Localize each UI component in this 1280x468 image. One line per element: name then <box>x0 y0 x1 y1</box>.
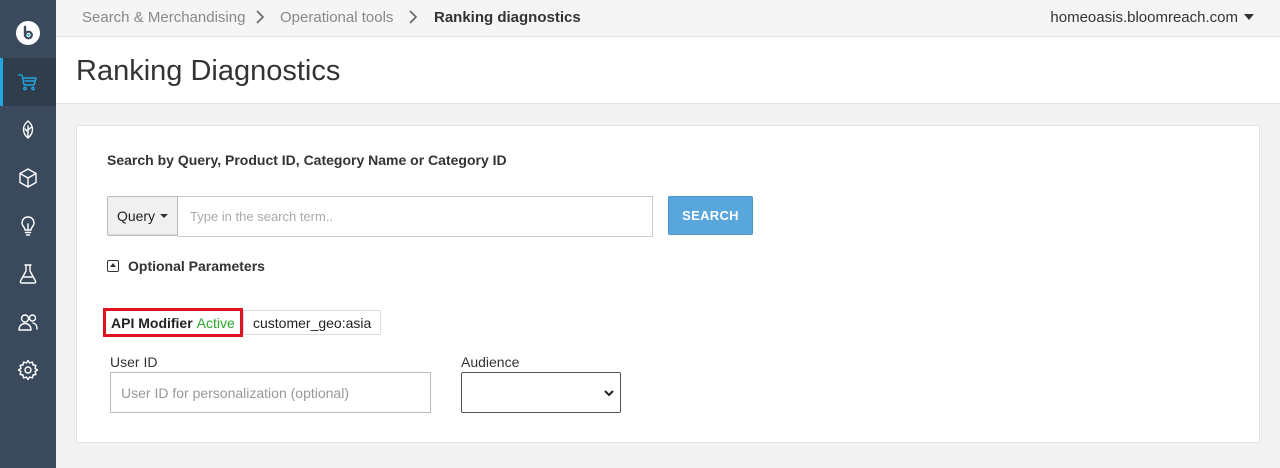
chevron-right-icon <box>408 10 418 24</box>
sidebar-item-experiments[interactable] <box>0 250 56 298</box>
audience-select[interactable] <box>461 372 621 413</box>
audience-label: Audience <box>461 354 520 370</box>
breadcrumb-ranking-diagnostics: Ranking diagnostics <box>434 9 581 26</box>
caret-down-icon[interactable] <box>1244 14 1254 20</box>
optional-parameters-label: Optional Parameters <box>128 258 265 274</box>
search-type-dropdown[interactable]: Query <box>107 196 178 236</box>
sidebar-item-products[interactable] <box>0 154 56 202</box>
sidebar-item-insights[interactable] <box>0 202 56 250</box>
page-title: Ranking Diagnostics <box>76 55 341 87</box>
chevron-right-icon <box>255 10 265 24</box>
search-heading: Search by Query, Product ID, Category Na… <box>107 152 507 168</box>
logo-icon <box>23 25 33 40</box>
user-id-input[interactable] <box>110 372 431 413</box>
sidebar-item-organic[interactable] <box>0 106 56 154</box>
breadcrumb-search-merchandising[interactable]: Search & Merchandising <box>82 9 245 26</box>
search-type-label: Query <box>116 208 156 224</box>
search-button[interactable]: SEARCH <box>668 196 753 235</box>
search-input[interactable] <box>178 196 653 237</box>
flask-icon <box>19 264 37 284</box>
sidebar-item-settings[interactable] <box>0 346 56 394</box>
caret-down-icon <box>160 214 169 218</box>
api-modifier-value-tag: customer_geo:asia <box>243 310 382 335</box>
page-header: Ranking Diagnostics <box>56 37 1280 104</box>
api-modifier-status: API Modifier Active <box>103 308 243 337</box>
sidebar-item-audiences[interactable] <box>0 298 56 346</box>
bloomreach-logo[interactable] <box>16 21 40 45</box>
account-domain-selector[interactable]: homeoasis.bloomreach.com <box>1050 9 1238 26</box>
api-modifier-label: API Modifier <box>111 314 193 331</box>
search-card: Search by Query, Product ID, Category Na… <box>76 125 1260 443</box>
chevron-down-icon <box>604 389 614 396</box>
collapse-icon <box>107 260 119 272</box>
sidebar-item-merchandising[interactable] <box>0 58 56 106</box>
top-bar: Search & Merchandising Operational tools… <box>56 0 1280 37</box>
users-icon <box>18 314 38 331</box>
user-id-label: User ID <box>110 354 158 370</box>
lightbulb-icon <box>21 216 35 236</box>
leaf-icon <box>22 120 34 139</box>
cube-icon <box>19 168 37 188</box>
gear-icon <box>17 359 39 381</box>
sidebar <box>0 0 56 468</box>
optional-parameters-toggle[interactable]: Optional Parameters <box>107 258 265 274</box>
breadcrumb-operational-tools[interactable]: Operational tools <box>280 9 393 26</box>
cart-icon <box>18 74 37 91</box>
api-modifier-active-badge: Active <box>196 314 235 331</box>
